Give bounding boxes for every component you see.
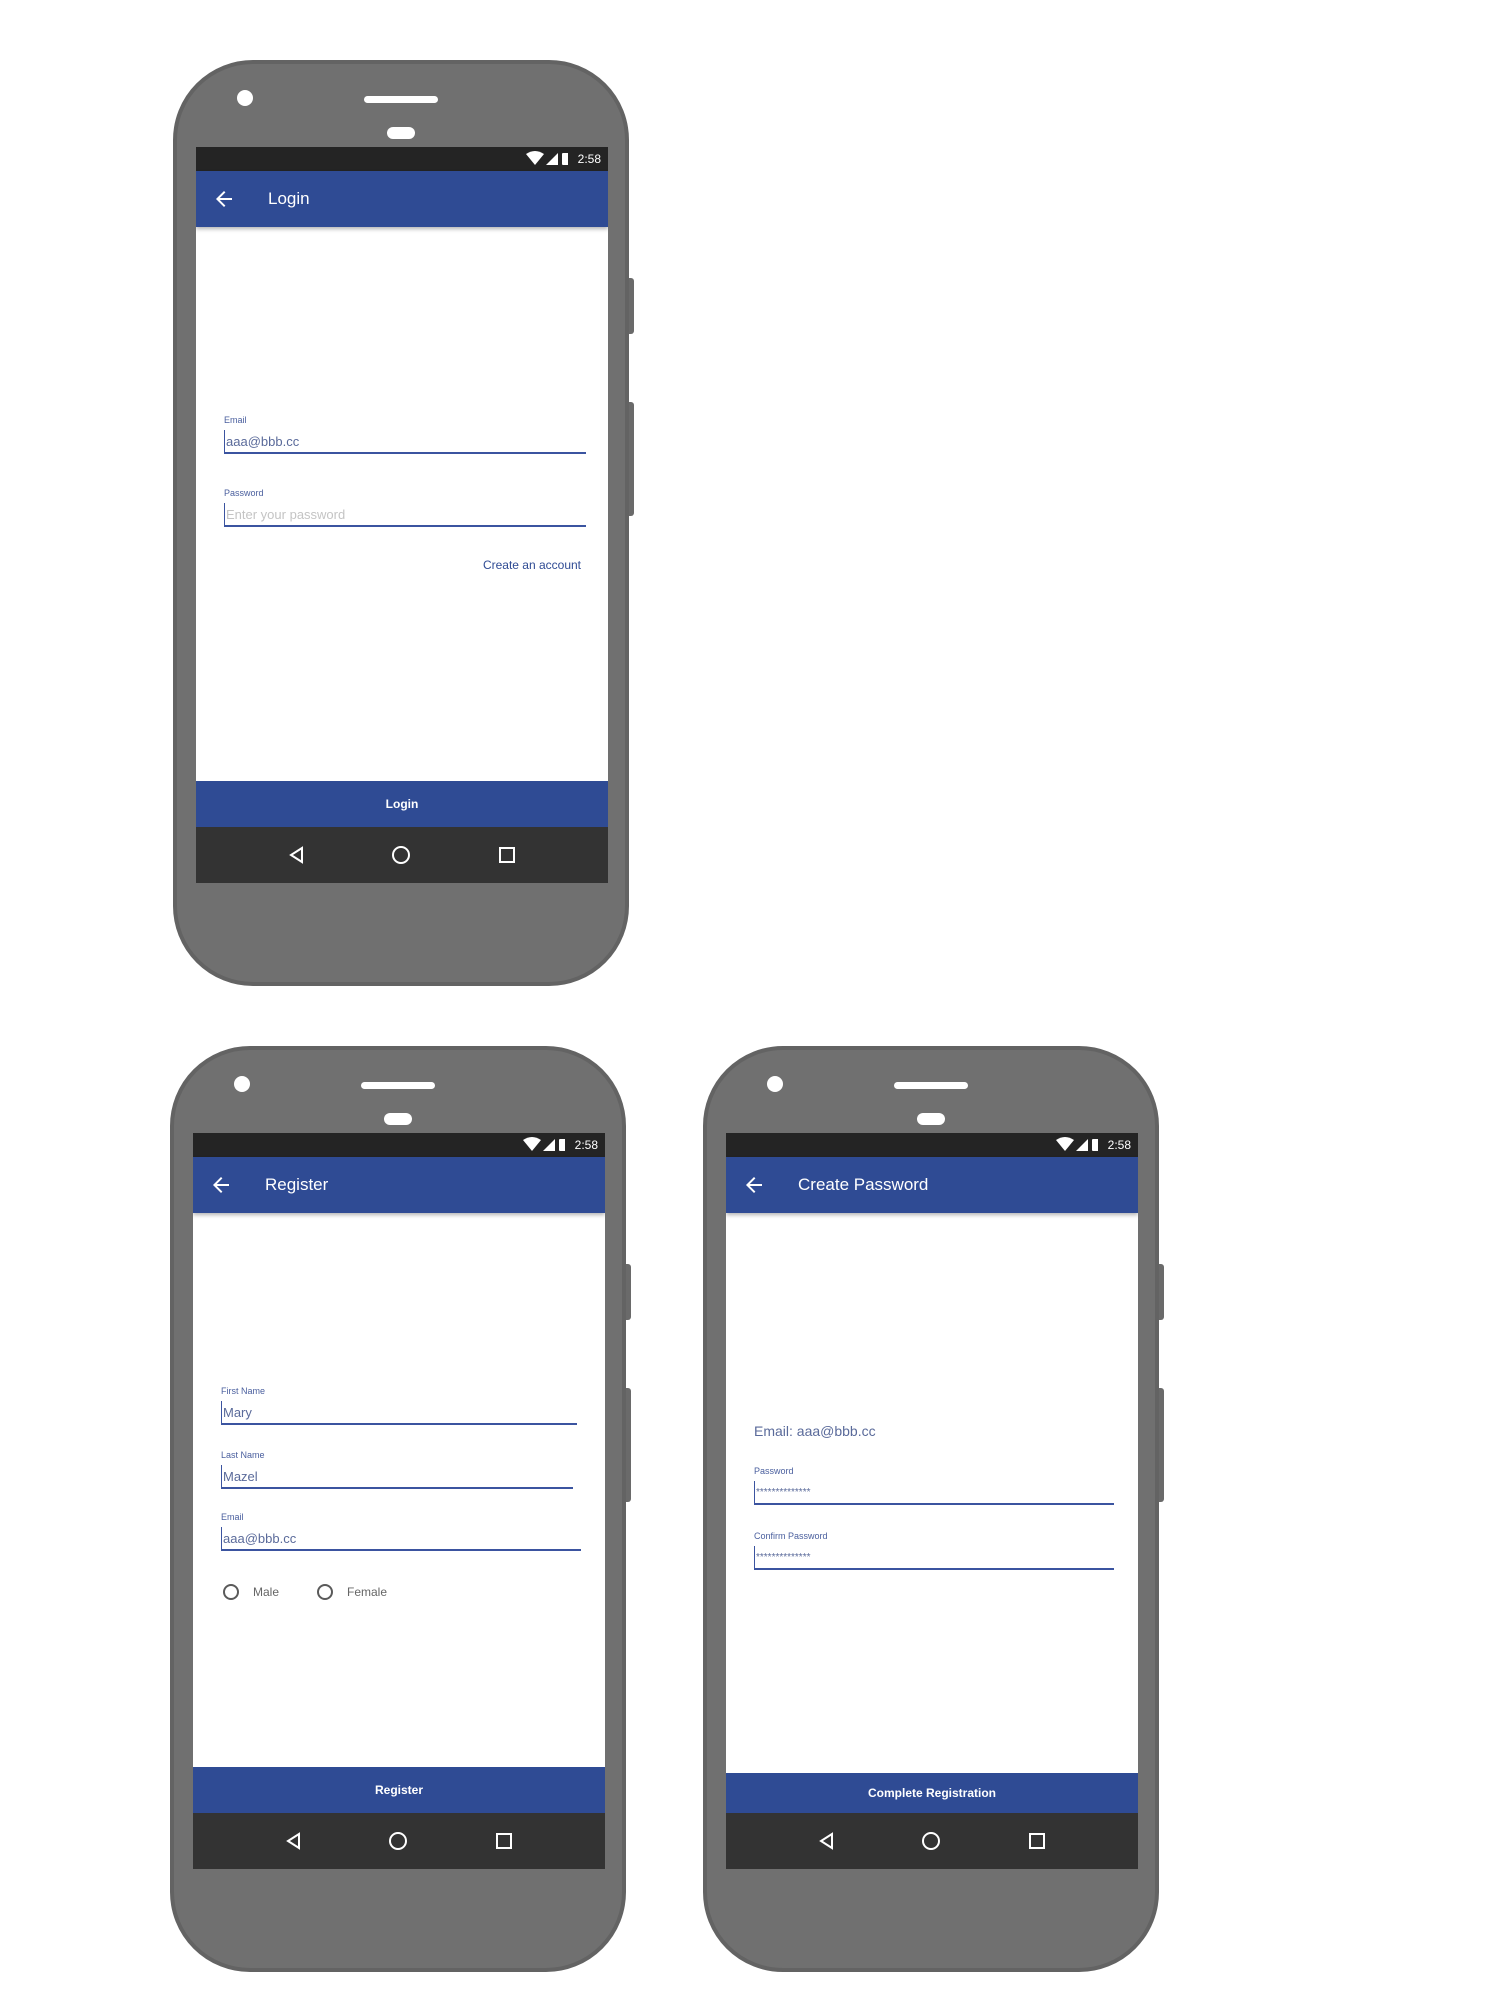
complete-registration-button[interactable]: Complete Registration	[726, 1773, 1138, 1813]
create-account-link[interactable]: Create an account	[483, 558, 581, 572]
status-icons	[1056, 1137, 1098, 1151]
status-bar: 2:58	[193, 1133, 605, 1157]
page-title: Create Password	[798, 1175, 929, 1194]
battery-icon	[1092, 1139, 1098, 1151]
wifi-icon	[1056, 1137, 1074, 1151]
radio-male[interactable]: Male	[223, 1584, 279, 1600]
nav-recents-icon[interactable]	[1027, 1831, 1047, 1851]
back-arrow-icon[interactable]	[209, 1173, 233, 1197]
nav-recents-icon[interactable]	[494, 1831, 514, 1851]
email-field[interactable]	[221, 1527, 581, 1551]
signal-icon	[543, 1139, 555, 1151]
login-button[interactable]: Login	[196, 781, 608, 827]
nav-home-icon[interactable]	[921, 1831, 941, 1851]
nav-home-icon[interactable]	[388, 1831, 408, 1851]
phone-register: 2:58 Register First Name Last Name Email…	[170, 1046, 631, 1972]
email-label: Email	[224, 415, 247, 425]
confirm-password-field[interactable]	[754, 1546, 1114, 1570]
battery-icon	[562, 153, 568, 165]
radio-female[interactable]: Female	[317, 1584, 387, 1600]
app-bar: Login	[196, 171, 608, 227]
nav-back-icon[interactable]	[287, 845, 307, 865]
nav-back-icon[interactable]	[284, 1831, 304, 1851]
confirm-password-label: Confirm Password	[754, 1531, 828, 1541]
radio-label: Male	[253, 1585, 280, 1599]
nav-bar	[193, 1813, 605, 1869]
signal-icon	[1076, 1139, 1088, 1151]
phone-create-password: 2:58 Create Password Email: aaa@bbb.cc P…	[703, 1046, 1164, 1972]
last-name-label: Last Name	[221, 1450, 265, 1460]
speaker	[364, 96, 438, 103]
app-bar: Create Password	[726, 1157, 1138, 1213]
password-field[interactable]	[754, 1481, 1114, 1505]
status-time: 2:58	[1107, 1138, 1131, 1152]
page-title: Login	[268, 189, 310, 208]
first-name-field[interactable]	[221, 1401, 577, 1425]
status-icons	[526, 151, 568, 165]
nav-bar	[196, 827, 608, 883]
side-button	[626, 1388, 631, 1502]
side-button	[1159, 1264, 1164, 1320]
radio-circle[interactable]	[317, 1584, 333, 1600]
register-button[interactable]: Register	[193, 1767, 605, 1813]
page-title: Register	[265, 1175, 329, 1194]
speaker	[361, 1082, 435, 1089]
first-name-label: First Name	[221, 1386, 266, 1396]
radio-label: Female	[347, 1585, 388, 1599]
battery-icon	[559, 1139, 565, 1151]
email-label: Email	[221, 1512, 244, 1522]
side-button	[629, 278, 634, 334]
status-bar: 2:58	[726, 1133, 1138, 1157]
nav-recents-icon[interactable]	[497, 845, 517, 865]
front-camera	[237, 90, 253, 106]
status-bar: 2:58	[196, 147, 608, 171]
login-screen: 2:58 Login Email Password Create an acco…	[196, 147, 608, 883]
phone-login: 2:58 Login Email Password Create an acco…	[173, 60, 634, 986]
status-time: 2:58	[577, 152, 601, 166]
register-screen: 2:58 Register First Name Last Name Email…	[193, 1133, 605, 1869]
wifi-icon	[526, 151, 544, 165]
signal-icon	[546, 153, 558, 165]
wifi-icon	[523, 1137, 541, 1151]
nav-back-icon[interactable]	[817, 1831, 837, 1851]
side-button	[626, 1264, 631, 1320]
nav-home-icon[interactable]	[391, 845, 411, 865]
radio-circle[interactable]	[223, 1584, 239, 1600]
app-bar: Register	[193, 1157, 605, 1213]
nav-bar	[726, 1813, 1138, 1869]
front-camera	[234, 1076, 250, 1092]
sensor	[917, 1113, 945, 1125]
create-password-screen: 2:58 Create Password Email: aaa@bbb.cc P…	[726, 1133, 1138, 1869]
status-icons	[523, 1137, 565, 1151]
speaker	[894, 1082, 968, 1089]
back-arrow-icon[interactable]	[742, 1173, 766, 1197]
password-label: Password	[224, 488, 264, 498]
side-button	[629, 402, 634, 516]
password-label: Password	[754, 1466, 794, 1476]
password-field[interactable]	[224, 503, 586, 527]
email-field[interactable]	[224, 430, 586, 454]
side-button	[1159, 1388, 1164, 1502]
sensor	[387, 127, 415, 139]
email-display: Email: aaa@bbb.cc	[754, 1423, 876, 1439]
sensor	[384, 1113, 412, 1125]
back-arrow-icon[interactable]	[212, 187, 236, 211]
front-camera	[767, 1076, 783, 1092]
last-name-field[interactable]	[221, 1465, 573, 1489]
status-time: 2:58	[574, 1138, 598, 1152]
